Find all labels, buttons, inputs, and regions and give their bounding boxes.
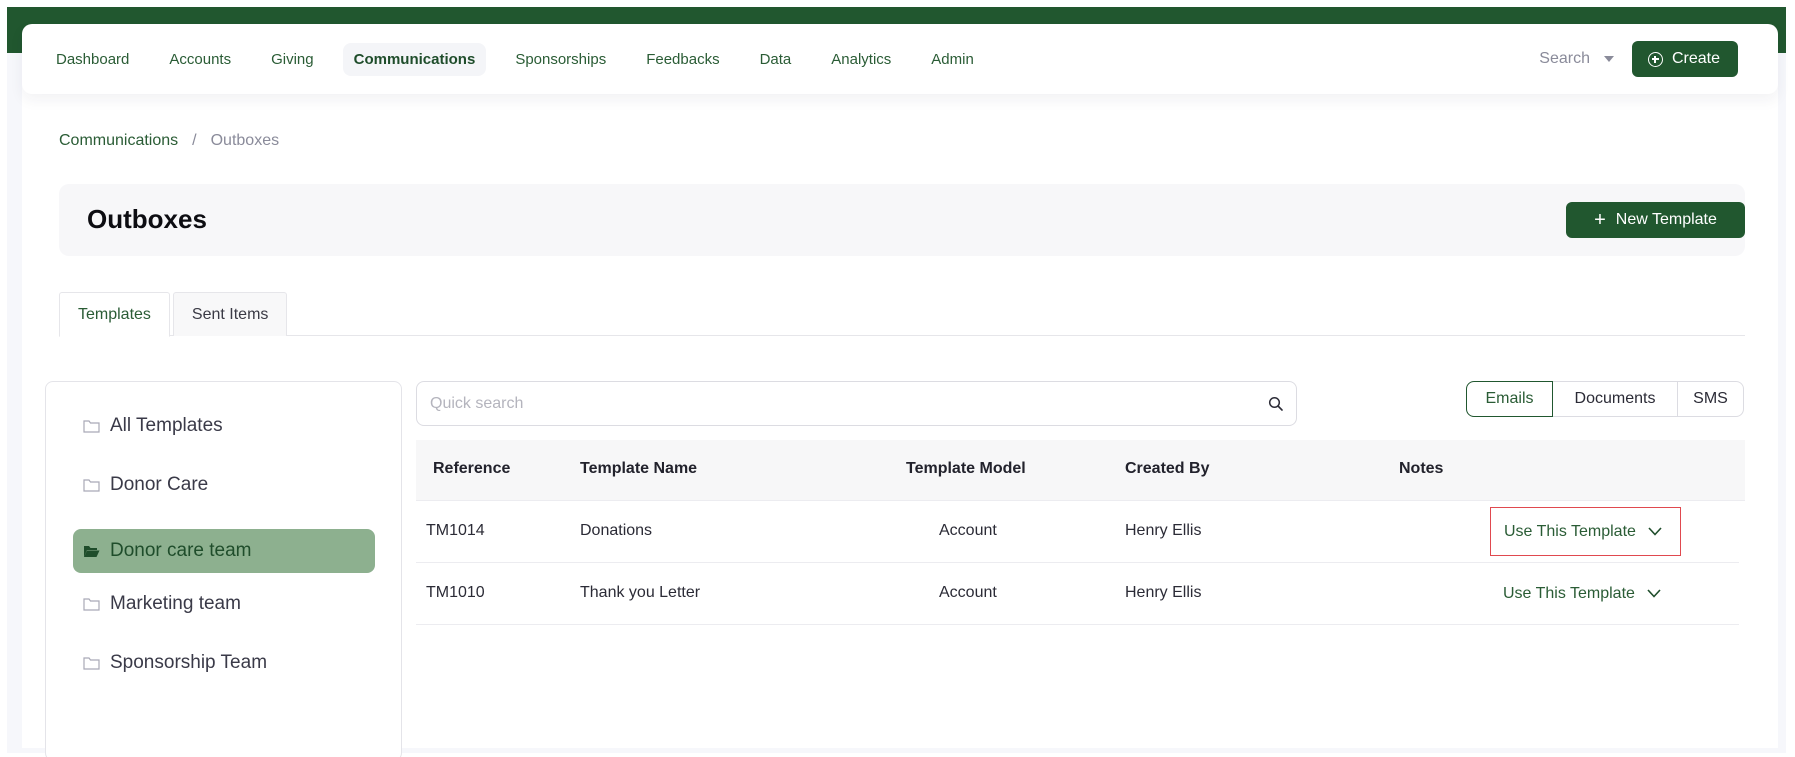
use-template-button[interactable]: Use This Template [1490, 569, 1681, 618]
folder-sponsorship-team[interactable]: Sponsorship Team [73, 641, 375, 685]
nav-sponsorships[interactable]: Sponsorships [504, 43, 617, 76]
breadcrumb-current: Outboxes [210, 132, 280, 149]
folder-icon [83, 597, 100, 611]
cell-created-by: Henry Ellis [1125, 584, 1202, 601]
page-title: Outboxes [87, 204, 207, 234]
global-search-dropdown[interactable]: Search [1539, 50, 1614, 68]
tab-templates[interactable]: Templates [59, 292, 170, 337]
plus-circle-icon [1647, 51, 1663, 67]
folder-icon [83, 478, 100, 492]
breadcrumb: Communications / Outboxes [59, 132, 279, 150]
page-header: Outboxes + New Template [59, 184, 1745, 256]
plus-icon: + [1594, 209, 1606, 231]
folder-label: Marketing team [110, 593, 241, 614]
nav-admin[interactable]: Admin [920, 43, 985, 76]
nav-data[interactable]: Data [749, 43, 803, 76]
nav-accounts[interactable]: Accounts [158, 43, 242, 76]
cell-template-name: Thank you Letter [580, 584, 701, 601]
caret-down-icon [1603, 56, 1614, 62]
column-notes[interactable]: Notes [1399, 460, 1443, 478]
use-template-button[interactable]: Use This Template [1490, 507, 1681, 556]
new-template-label: New Template [1615, 211, 1717, 228]
nav-communications[interactable]: Communications [342, 42, 487, 76]
quick-search [416, 381, 1297, 426]
create-button-label: Create [1671, 50, 1720, 67]
column-template-name[interactable]: Template Name [580, 460, 697, 478]
cell-reference: TM1014 [426, 522, 485, 539]
search-dropdown-label: Search [1539, 50, 1590, 67]
cell-template-name: Donations [580, 522, 653, 539]
search-icon[interactable] [1268, 396, 1284, 412]
folder-marketing-team[interactable]: Marketing team [73, 582, 375, 626]
use-template-label: Use This Template [1503, 584, 1635, 602]
use-template-label: Use This Template [1504, 522, 1636, 540]
folder-donor-care-team[interactable]: Donor care team [73, 529, 375, 573]
column-template-model[interactable]: Template Model [906, 460, 1026, 478]
new-template-button[interactable]: + New Template [1566, 202, 1745, 238]
breadcrumb-separator: / [192, 132, 197, 149]
folder-all-templates[interactable]: All Templates [73, 404, 375, 448]
topbar-actions: Search Create [1539, 41, 1778, 77]
nav-dashboard[interactable]: Dashboard [45, 43, 140, 76]
chevron-down-icon [1647, 589, 1661, 598]
filter-sms[interactable]: SMS [1678, 382, 1743, 416]
cell-template-model: Account [939, 584, 997, 601]
template-type-filter: Emails Documents SMS [1466, 381, 1744, 417]
chevron-down-icon [1648, 527, 1662, 536]
nav-feedbacks[interactable]: Feedbacks [635, 43, 730, 76]
quick-search-input[interactable] [430, 394, 1250, 413]
table-row[interactable]: TM1014 Donations Account Henry Ellis Use… [416, 501, 1739, 563]
filter-documents[interactable]: Documents [1553, 382, 1678, 416]
folder-label: Donor care team [110, 540, 252, 561]
nav-giving[interactable]: Giving [260, 43, 325, 76]
column-created-by[interactable]: Created By [1125, 460, 1209, 478]
folder-icon [83, 419, 100, 433]
create-button[interactable]: Create [1631, 41, 1738, 77]
breadcrumb-communications[interactable]: Communications [59, 132, 178, 150]
table-row[interactable]: TM1010 Thank you Letter Account Henry El… [416, 563, 1739, 625]
folder-donor-care[interactable]: Donor Care [73, 463, 375, 507]
folder-label: Donor Care [110, 474, 209, 495]
folder-label: Sponsorship Team [110, 652, 268, 673]
filter-emails[interactable]: Emails [1466, 381, 1553, 417]
nav-analytics[interactable]: Analytics [820, 43, 902, 76]
cell-created-by: Henry Ellis [1125, 522, 1202, 539]
cell-reference: TM1010 [426, 584, 485, 601]
folder-icon [83, 656, 100, 670]
tab-sent-items[interactable]: Sent Items [172, 292, 288, 336]
column-reference[interactable]: Reference [433, 460, 510, 478]
folder-sidebar: All Templates Donor Care Donor care team… [45, 381, 402, 757]
folder-open-icon [84, 545, 100, 557]
tab-bar: Templates Sent Items [59, 292, 1745, 337]
cell-template-model: Account [939, 522, 997, 539]
top-navigation: Dashboard Accounts Giving Communications… [22, 24, 1778, 94]
folder-label: All Templates [110, 415, 223, 436]
table-header: Reference Template Name Template Model C… [416, 440, 1745, 501]
main-nav: Dashboard Accounts Giving Communications… [22, 24, 1003, 94]
